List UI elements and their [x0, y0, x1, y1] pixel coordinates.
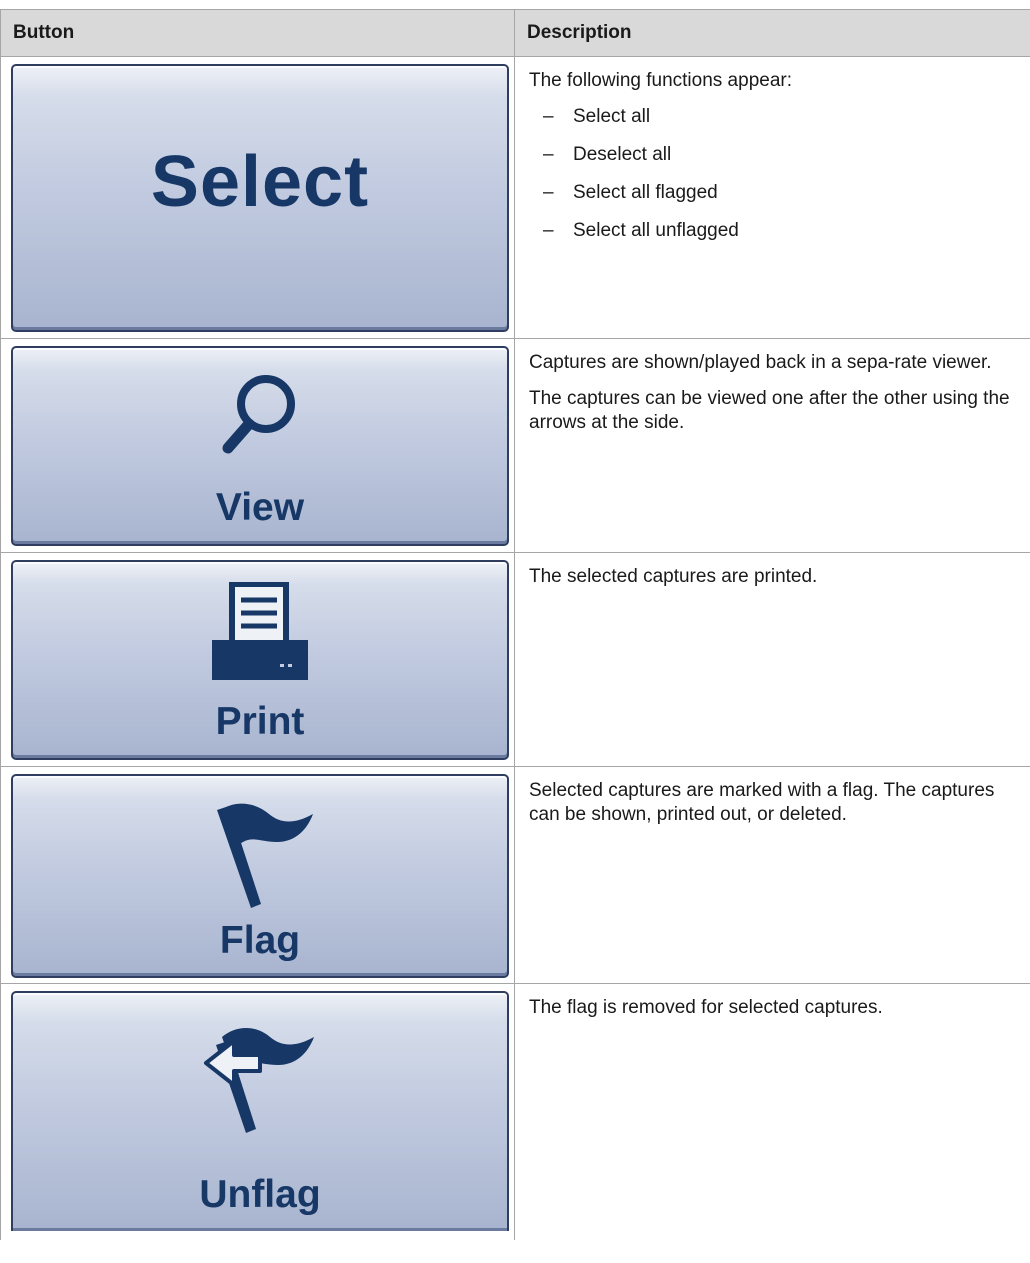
- button-description-table: Button Description Select The following …: [0, 9, 1030, 1240]
- description-cell: The selected captures are printed.: [514, 552, 1030, 767]
- table-row: Select The following functions appear: –…: [0, 56, 1030, 339]
- table-header-row: Button Description: [0, 9, 1030, 57]
- unflag-button[interactable]: Unflag: [11, 991, 509, 1231]
- list-item: – Select all unflagged: [543, 220, 739, 241]
- printer-icon: [212, 582, 308, 680]
- select-button-label: Select: [150, 142, 370, 222]
- function-list: – Select all – Deselect all – Select all fl…: [529, 105, 1016, 243]
- description-text: The selected captures are printed.: [529, 566, 818, 587]
- table-row: Unflag The flag is removed for selected …: [0, 983, 1030, 1240]
- flag-button-label: Flag: [219, 919, 301, 962]
- button-cell: Print: [0, 552, 515, 767]
- flag-button[interactable]: Flag: [11, 774, 509, 978]
- view-button[interactable]: View: [11, 346, 509, 546]
- unflag-icon: [204, 1028, 314, 1133]
- description-text: Selected captures are marked with a flag…: [529, 780, 995, 825]
- list-item: – Select all: [543, 106, 651, 127]
- unflag-button-label: Unflag: [199, 1173, 321, 1216]
- description-cell: Captures are shown/played back in a sepa…: [514, 338, 1030, 553]
- button-cell: View: [0, 338, 515, 553]
- description-cell: The following functions appear: – Select …: [514, 56, 1030, 339]
- description-text: Captures are shown/played back in a sepa…: [529, 352, 992, 373]
- view-button-label: View: [215, 486, 305, 529]
- flag-icon: [217, 803, 313, 908]
- table-row: Flag Selected captures are marked with a…: [0, 766, 1030, 984]
- select-button[interactable]: Select: [11, 64, 509, 332]
- print-button-label: Print: [215, 700, 305, 743]
- description-cell: The flag is removed for selected capture…: [514, 983, 1030, 1240]
- button-cell: Select: [0, 56, 515, 339]
- list-item: – Deselect all: [543, 144, 672, 165]
- magnifier-icon: [222, 375, 295, 454]
- button-cell: Unflag: [0, 983, 515, 1240]
- description-cell: Selected captures are marked with a flag…: [514, 766, 1030, 984]
- header-description: Description: [514, 9, 1030, 57]
- print-button[interactable]: Print: [11, 560, 509, 760]
- button-cell: Flag: [0, 766, 515, 984]
- list-item: – Select all flagged: [543, 182, 718, 203]
- description-text: The captures can be viewed one after the…: [529, 388, 1010, 433]
- header-button: Button: [0, 9, 515, 57]
- table-row: View Captures are shown/played back in a…: [0, 338, 1030, 553]
- description-text: The flag is removed for selected capture…: [529, 997, 883, 1018]
- description-text: The following functions appear:: [529, 70, 792, 91]
- table-row: Print The selected captures are printed.: [0, 552, 1030, 767]
